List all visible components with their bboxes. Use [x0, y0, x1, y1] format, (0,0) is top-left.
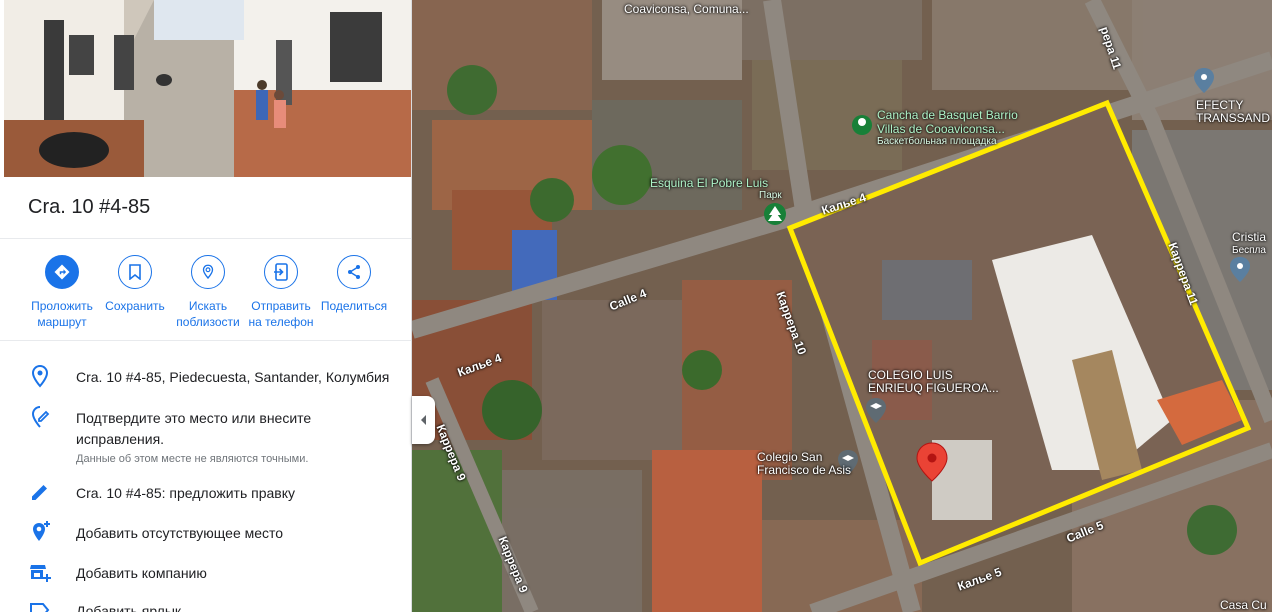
map-label-cristia[interactable]: Cristia Беспла [1232, 231, 1266, 257]
confirm-line-2: исправления. [76, 431, 165, 447]
send-label-2: на телефон [248, 315, 314, 329]
directions-icon [45, 255, 79, 289]
colegio-luis-line-2: ENRIEUQ FIGUEROA... [868, 381, 999, 395]
street-view-photo[interactable] [4, 0, 411, 177]
colegio-luis-line-1: COLEGIO LUIS [868, 368, 953, 382]
divider [0, 340, 411, 341]
address-text: Cra. 10 #4-85, Piedecuesta, Santander, К… [76, 369, 390, 385]
place-panel: Cra. 10 #4-85 Проложить маршрут Сохранить… [0, 0, 412, 612]
map-label-colegio-luis[interactable]: COLEGIO LUIS ENRIEUQ FIGUEROA... [868, 369, 999, 395]
save-label: Сохранить [105, 299, 165, 313]
colegio-san-line-1: Colegio San [757, 450, 823, 464]
share-label: Поделиться [320, 299, 388, 313]
park-icon [852, 115, 872, 135]
map-label-colegio-san[interactable]: Colegio San Francisco de Asis [757, 451, 851, 477]
nearby-icon [191, 255, 225, 289]
nearby-label-2: поблизости [176, 315, 240, 329]
directions-button[interactable]: Проложить маршрут [22, 255, 102, 330]
send-to-phone-button[interactable]: Отправить на телефон [241, 255, 321, 330]
tree-icon [764, 203, 786, 225]
efecty-line-2: TRANSSAND [1196, 111, 1271, 125]
pencil-icon [28, 480, 52, 504]
esquina-subtitle: Парк [759, 190, 782, 201]
send-to-phone-icon [264, 255, 298, 289]
map-label-cancha[interactable]: Cancha de Basquet Barrio Villas de Cooavi… [877, 108, 1018, 136]
place-title: Cra. 10 #4-85 [28, 196, 151, 218]
confirm-line-1: Подтвердите это место или внесите [76, 410, 312, 426]
cristia-line-1: Cristia [1232, 230, 1267, 244]
add-missing-place-text: Добавить отсутствующее место [76, 525, 284, 541]
map-label-coaviconsa[interactable]: Coaviconsa, Comuna... [624, 2, 749, 16]
divider [0, 238, 411, 239]
share-button[interactable]: Поделиться [314, 255, 394, 314]
share-icon [337, 255, 371, 289]
efecty-line-1: EFECTY [1196, 98, 1244, 112]
bookmark-icon [118, 255, 152, 289]
confirm-note: Данные об этом месте не являются точными… [76, 453, 309, 465]
add-business-text: Добавить компанию [76, 565, 207, 581]
send-label-1: Отправить [251, 299, 311, 313]
collapse-panel-button[interactable] [412, 396, 435, 444]
directions-label-1: Проложить [31, 299, 93, 313]
cancha-line-2: Villas de Cooaviconsa... [877, 122, 1005, 136]
cancha-subtitle: Баскетбольная площадка [877, 136, 997, 147]
map-label-casa[interactable]: Casa Cu [1220, 598, 1267, 612]
add-location-icon [28, 520, 52, 544]
add-label-text: Добавить ярлык [76, 603, 182, 612]
nearby-label-1: Искать [188, 299, 228, 313]
map-label-esquina[interactable]: Esquina El Pobre Luis [650, 176, 768, 190]
satellite-map[interactable]: Coaviconsa, Comuna... Cancha de Basquet … [412, 0, 1272, 612]
suggest-edit-text: Cra. 10 #4-85: предложить правку [76, 485, 296, 501]
location-pin-icon [28, 364, 52, 388]
directions-label-2: маршрут [37, 315, 87, 329]
label-icon [28, 598, 52, 612]
colegio-san-line-2: Francisco de Asis [757, 463, 852, 477]
nearby-button[interactable]: Искать поблизости [168, 255, 248, 330]
edit-location-icon [28, 405, 52, 429]
save-button[interactable]: Сохранить [95, 255, 175, 314]
caret-left-icon [420, 415, 426, 425]
map-imagery [412, 0, 1272, 612]
cancha-line-1: Cancha de Basquet Barrio [877, 108, 1018, 122]
add-business-icon [28, 560, 52, 584]
cristia-line-2: Беспла [1232, 245, 1266, 256]
map-label-efecty[interactable]: EFECTY TRANSSAND [1196, 99, 1270, 125]
